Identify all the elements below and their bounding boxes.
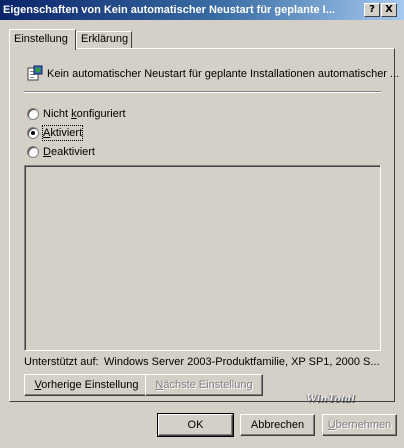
ok-button[interactable]: OK: [157, 413, 234, 437]
tab-erklaerung[interactable]: Erklärung: [76, 31, 132, 49]
next-setting-button[interactable]: Nächste Einstellung: [145, 374, 263, 396]
help-button[interactable]: ?: [364, 3, 380, 17]
options-area: [24, 165, 381, 351]
separator: [24, 91, 381, 93]
radio-circle[interactable]: [27, 146, 39, 158]
apply-button[interactable]: Übernehmen: [322, 414, 397, 436]
title-bar[interactable]: Eigenschaften von Kein automatischer Neu…: [0, 0, 404, 20]
tab-einstellung[interactable]: Einstellung: [9, 29, 76, 50]
supported-on-value: Windows Server 2003-Produktfamilie, XP S…: [104, 356, 380, 368]
radio-dot: [31, 131, 35, 135]
properties-dialog: Eigenschaften von Kein automatischer Neu…: [0, 0, 404, 448]
policy-setting-icon: [27, 65, 43, 81]
cancel-button[interactable]: Abbrechen: [240, 414, 315, 436]
radio-circle[interactable]: [27, 127, 39, 139]
settings-panel: Kein automatischer Neustart für geplante…: [9, 48, 399, 402]
radio-circle[interactable]: [27, 108, 39, 120]
next-setting-label: Nächste Einstellung: [155, 379, 253, 391]
radio-label: Nicht konfiguriert: [43, 108, 126, 120]
previous-setting-button[interactable]: Vorherige Einstellung: [24, 374, 149, 396]
apply-label: Übernehmen: [327, 419, 392, 431]
previous-setting-label: Vorherige Einstellung: [34, 379, 139, 391]
window-title: Eigenschaften von Kein automatischer Neu…: [3, 4, 335, 16]
policy-title: Kein automatischer Neustart für geplante…: [47, 68, 400, 80]
radio-label: Aktiviert: [41, 125, 84, 141]
supported-on-label: Unterstützt auf:: [24, 356, 99, 368]
tab-label: Erklärung: [81, 33, 129, 45]
tab-label: Einstellung: [14, 33, 68, 45]
close-button[interactable]: X: [381, 3, 397, 17]
radio-label: Deaktiviert: [43, 146, 95, 158]
